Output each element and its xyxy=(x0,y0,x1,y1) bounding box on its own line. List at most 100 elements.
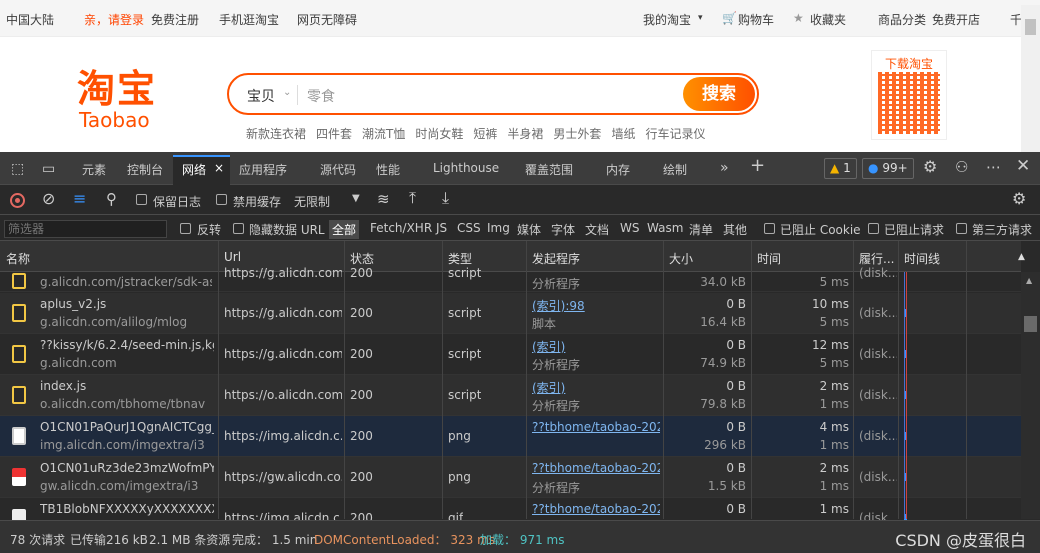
tab-rendering[interactable]: 绘制 xyxy=(663,161,687,178)
search-icon[interactable]: ⚲ xyxy=(106,192,117,207)
add-tab-icon[interactable]: + xyxy=(750,157,765,175)
hot-keyword[interactable]: 时尚女鞋 xyxy=(415,127,463,141)
request-initiator[interactable]: ??tbhome/taobao-202... xyxy=(532,461,660,475)
request-initiator[interactable]: ??tbhome/taobao-202... xyxy=(532,502,660,516)
filter-font[interactable]: 字体 xyxy=(551,221,575,238)
table-row[interactable]: ??kissy/k/6.2.4/seed-min.js,kg/... g.alic… xyxy=(0,334,1021,375)
open-shop-link[interactable]: 免费开店 xyxy=(932,11,980,28)
col-name[interactable]: 名称 xyxy=(6,250,30,267)
search-input[interactable]: 零食 xyxy=(307,86,335,106)
scroll-up-icon[interactable]: ▲ xyxy=(1026,276,1032,285)
hot-keyword[interactable]: 四件套 xyxy=(316,127,352,141)
blocked-cookies-checkbox[interactable] xyxy=(764,223,775,234)
throttle-select[interactable]: 无限制 xyxy=(294,193,330,210)
filter-css[interactable]: CSS xyxy=(457,221,481,235)
tab-elements[interactable]: 元素 xyxy=(82,161,106,178)
filter-img[interactable]: Img xyxy=(487,221,510,235)
blocked-requests-checkbox[interactable] xyxy=(868,223,879,234)
tab-sources[interactable]: 源代码 xyxy=(320,161,356,178)
filter-icon[interactable]: ≡ xyxy=(73,191,86,207)
col-fulfilled[interactable]: 履行... xyxy=(859,250,894,267)
inspect-icon[interactable]: ⬚ xyxy=(11,162,24,176)
taobao-logo[interactable]: 淘宝 xyxy=(77,69,157,109)
search-category[interactable]: 宝贝 xyxy=(247,86,275,106)
filter-doc[interactable]: 文档 xyxy=(585,221,609,238)
tab-performance[interactable]: 性能 xyxy=(376,161,400,178)
device-toolbar-icon[interactable]: ▭ xyxy=(42,162,55,176)
tab-network[interactable]: 网络 xyxy=(182,161,206,178)
col-size[interactable]: 大小 xyxy=(669,250,693,267)
network-conditions-icon[interactable]: ≋ xyxy=(377,192,390,207)
more-tabs-icon[interactable]: » xyxy=(720,161,729,175)
third-party-checkbox[interactable] xyxy=(956,223,967,234)
table-row[interactable]: g.alicdn.com/jstracker/sdk-ass... https:… xyxy=(0,266,1021,292)
col-time[interactable]: 时间 xyxy=(757,250,781,267)
scrollbar-thumb[interactable] xyxy=(1024,316,1037,332)
invert-checkbox[interactable] xyxy=(180,223,191,234)
col-waterfall[interactable]: 时间线 xyxy=(904,250,940,267)
request-initiator[interactable]: ??tbhome/taobao-202... xyxy=(532,420,660,434)
hide-data-checkbox[interactable] xyxy=(233,223,244,234)
hot-keyword[interactable]: 半身裙 xyxy=(507,127,543,141)
filter-other[interactable]: 其他 xyxy=(723,221,747,238)
request-initiator[interactable]: (索引):98 xyxy=(532,297,660,314)
request-initiator[interactable]: (索引) xyxy=(532,379,660,396)
region-link[interactable]: 中国大陆 xyxy=(6,11,54,28)
more-options-icon[interactable]: ⋯ xyxy=(986,160,1001,175)
filter-input[interactable] xyxy=(4,220,167,238)
request-initiator[interactable]: (索引) xyxy=(532,338,660,355)
hot-keyword[interactable]: 行车记录仪 xyxy=(645,127,705,141)
hot-keyword[interactable]: 男士外套 xyxy=(553,127,601,141)
tab-console[interactable]: 控制台 xyxy=(127,161,163,178)
hot-keyword[interactable]: 潮流T恤 xyxy=(362,127,405,141)
search-button[interactable]: 搜索 xyxy=(683,77,755,111)
page-scrollbar[interactable] xyxy=(1021,5,1040,152)
login-link[interactable]: 亲，请登录 xyxy=(84,11,144,28)
filter-media[interactable]: 媒体 xyxy=(517,221,541,238)
table-row[interactable]: aplus_v2.js g.alicdn.com/alilog/mlog https… xyxy=(0,293,1021,334)
col-initiator[interactable]: 发起程序 xyxy=(532,250,580,267)
clear-icon[interactable]: ⊘ xyxy=(42,191,55,207)
register-link[interactable]: 免费注册 xyxy=(151,11,199,28)
filter-all[interactable]: 全部 xyxy=(329,220,360,239)
tab-application[interactable]: 应用程序 xyxy=(239,161,287,178)
table-row[interactable]: O1CN01uRz3de23mzWofmPYX... gw.alicdn.com/… xyxy=(0,457,1021,498)
filter-js[interactable]: JS xyxy=(436,221,447,235)
filter-fetch[interactable]: Fetch/XHR xyxy=(370,221,432,235)
tab-memory[interactable]: 内存 xyxy=(606,161,630,178)
accessible-link[interactable]: 网页无障碍 xyxy=(297,11,357,28)
favorites-link[interactable]: 收藏夹 xyxy=(810,11,846,28)
tab-lighthouse[interactable]: Lighthouse xyxy=(433,161,499,175)
categories-link[interactable]: 商品分类 xyxy=(878,11,926,28)
upload-icon[interactable]: ⤒ xyxy=(409,190,416,206)
close-devtools-icon[interactable]: ✕ xyxy=(1016,158,1030,175)
table-row[interactable]: index.js o.alicdn.com/tbhome/tbnav https:/… xyxy=(0,375,1021,416)
hot-keyword[interactable]: 新款连衣裙 xyxy=(246,127,306,141)
cart-link[interactable]: 购物车 xyxy=(738,11,774,28)
disable-cache-checkbox[interactable] xyxy=(216,194,227,205)
col-type[interactable]: 类型 xyxy=(448,250,472,267)
feedback-icon[interactable]: ⚇ xyxy=(955,160,968,175)
mobile-link[interactable]: 手机逛淘宝 xyxy=(219,11,279,28)
gear-icon[interactable]: ⚙ xyxy=(923,159,937,175)
col-status[interactable]: 状态 xyxy=(350,250,374,267)
warnings-badge[interactable]: ▲ 1 xyxy=(824,158,857,179)
tab-coverage[interactable]: 覆盖范围 xyxy=(525,161,573,178)
hot-keyword[interactable]: 短裤 xyxy=(473,127,497,141)
download-app-qr[interactable]: 下载淘宝 xyxy=(871,50,947,140)
scrollbar-thumb[interactable] xyxy=(1025,19,1036,35)
filter-wasm[interactable]: Wasm xyxy=(647,221,683,235)
filter-manifest[interactable]: 清单 xyxy=(689,221,713,238)
issues-badge[interactable]: ● 99+ xyxy=(862,158,914,179)
record-icon[interactable] xyxy=(10,193,25,208)
my-taobao-link[interactable]: 我的淘宝 xyxy=(643,11,691,28)
col-url[interactable]: Url xyxy=(224,250,241,264)
filter-ws[interactable]: WS xyxy=(620,221,639,235)
table-row[interactable]: O1CN01PaQurJ1QgnAICTCgg_!... img.alicdn.c… xyxy=(0,416,1021,457)
preserve-log-checkbox[interactable] xyxy=(136,194,147,205)
hot-keyword[interactable]: 墙纸 xyxy=(611,127,635,141)
table-scrollbar[interactable]: ▲ xyxy=(1021,272,1040,519)
download-icon[interactable]: ⤓ xyxy=(442,190,449,206)
close-icon[interactable]: × xyxy=(214,161,224,175)
network-settings-icon[interactable]: ⚙ xyxy=(1012,191,1026,207)
